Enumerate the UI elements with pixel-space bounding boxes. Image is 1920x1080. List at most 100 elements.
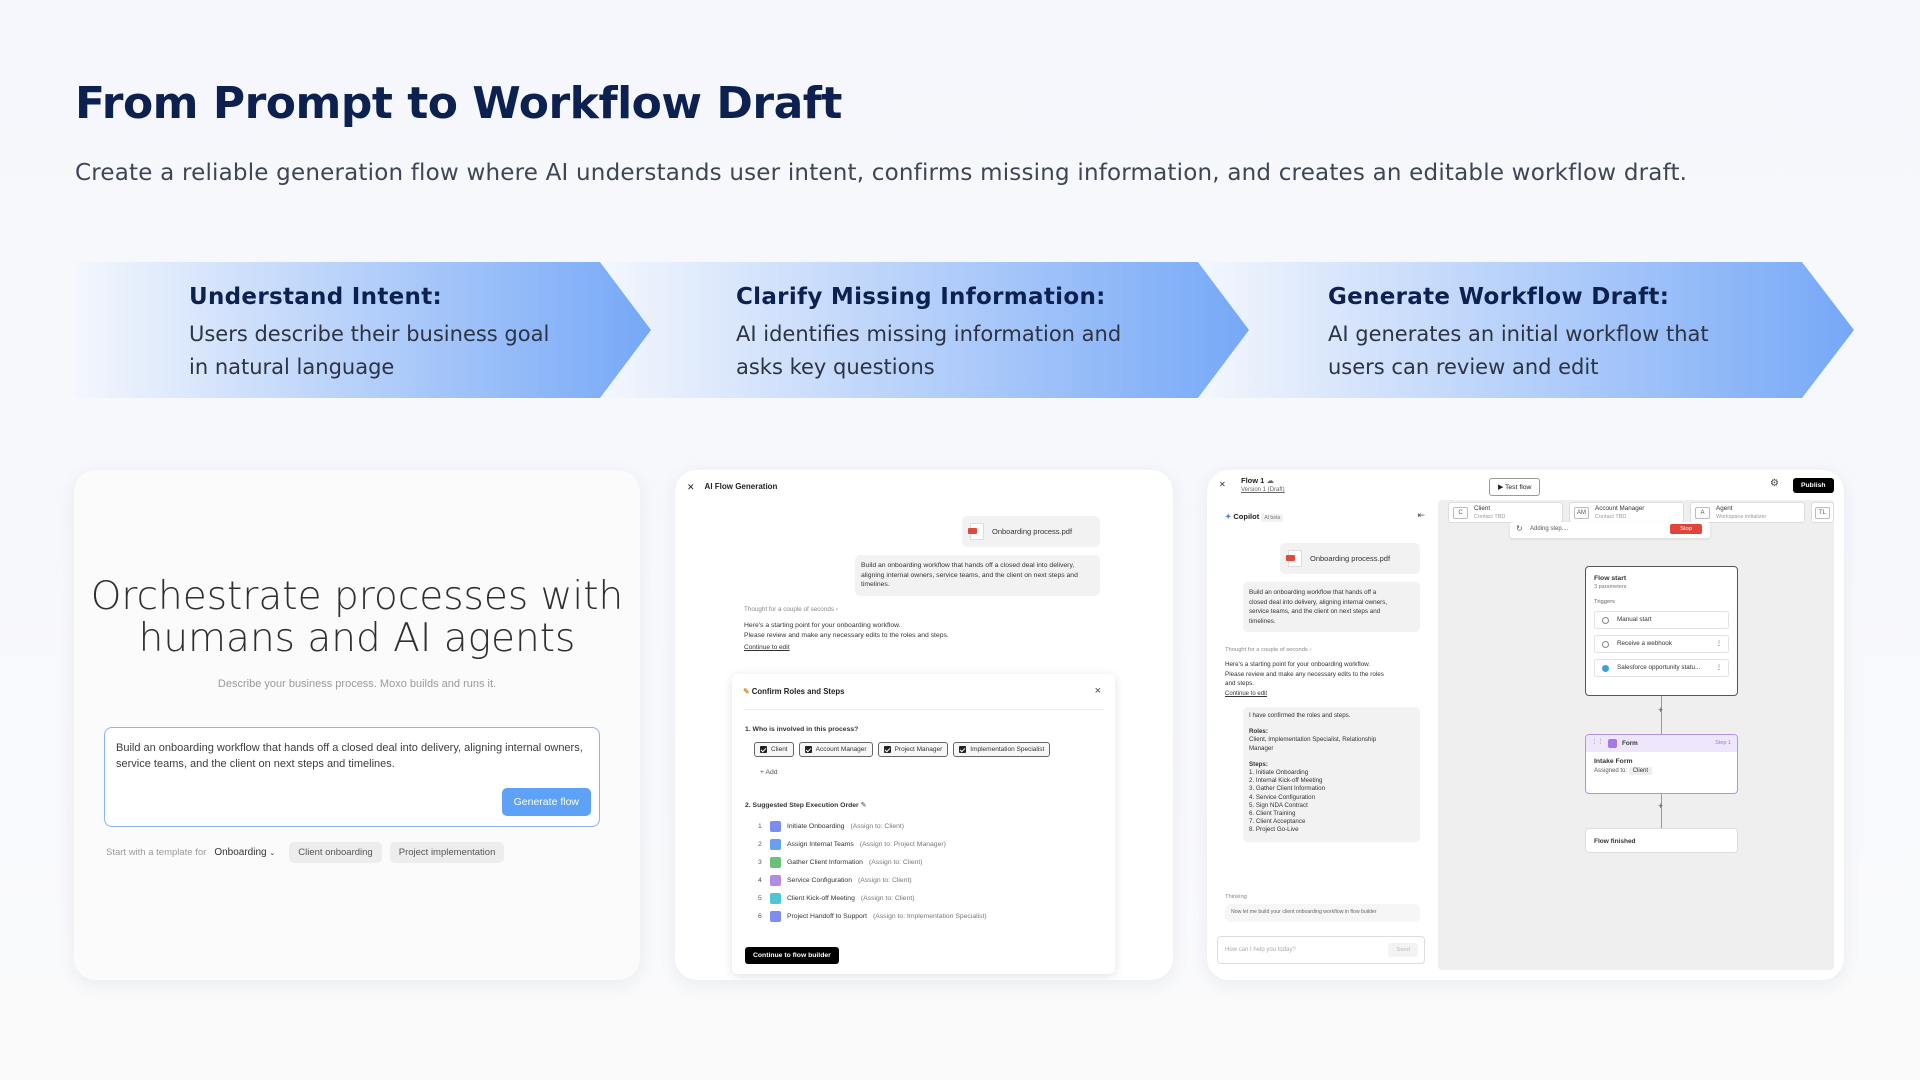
role-card[interactable]: AM Account Manager Contact TBD (1569, 502, 1684, 523)
add-step-icon[interactable]: + (1658, 705, 1663, 715)
step-name: Initiate Onboarding (787, 822, 845, 830)
step-item[interactable]: 2 Assign Internal Teams (Assign to: Projec… (758, 835, 987, 853)
role-chips: Client Account Manager Project Manager I… (754, 742, 1051, 757)
thought-indicator[interactable]: Thought for a couple of seconds › (744, 606, 838, 613)
node-type: Form (1622, 740, 1638, 747)
close-icon[interactable]: × (1095, 685, 1101, 697)
step-type-icon (770, 838, 781, 850)
prompt-input[interactable]: Build an onboarding workflow that hands … (104, 727, 600, 827)
publish-button[interactable]: Publish (1793, 478, 1834, 493)
template-pill[interactable]: Project implementation (389, 842, 505, 863)
send-button[interactable]: Send (1388, 943, 1418, 957)
thought-indicator[interactable]: Thought for a couple of seconds › (1225, 647, 1311, 653)
reply-line: Here's a starting point for your onboard… (744, 622, 901, 629)
connector-line (1661, 696, 1662, 734)
step-type-icon (770, 856, 781, 868)
stage-desc-1: AI generates an initial workflow that (1328, 322, 1709, 346)
add-role-button[interactable]: + Add (760, 769, 778, 776)
generate-flow-button[interactable]: Generate flow (501, 788, 591, 816)
role-label: Account Manager (815, 746, 867, 753)
role-sub: Contact TBD (1595, 514, 1627, 520)
role-card[interactable]: TL (1811, 502, 1834, 523)
step-item[interactable]: 6 Project Handoff to Support (Assign to: I… (758, 907, 987, 925)
prompt-line: timelines. (861, 581, 890, 588)
role-chip[interactable]: Project Manager (877, 742, 949, 757)
role-card[interactable]: C Client Contact TBD (1448, 502, 1563, 523)
step-item[interactable]: 1 Initiate Onboarding (Assign to: Client) (758, 817, 987, 835)
stop-button[interactable]: Stop (1670, 524, 1702, 534)
trigger-item[interactable]: Receive a webhook ⋮ (1594, 635, 1729, 653)
ai-reply: Here's a starting point for your onboard… (744, 621, 949, 640)
more-icon[interactable]: ⋮ (1716, 636, 1722, 652)
template-pill[interactable]: Client onboarding (289, 842, 382, 863)
step-assignee: (Assign to: Client) (850, 822, 905, 830)
test-flow-button[interactable]: ▶ Test flow (1489, 478, 1541, 496)
form-step-node[interactable]: ⋮⋮ Form Step 1 Intake Form Assigned to: … (1585, 734, 1738, 794)
page-subtitle: Create a reliable generation flow where … (75, 160, 1688, 186)
role-chip[interactable]: Implementation Specialist (953, 742, 1051, 757)
more-icon[interactable]: ⋮ (1716, 660, 1722, 676)
role-label: Implementation Specialist (970, 746, 1045, 753)
flow-version[interactable]: Version 1 (Draft) (1241, 487, 1285, 493)
attached-file[interactable]: Onboarding process.pdf (962, 516, 1100, 547)
drag-handle-icon[interactable]: ⋮⋮ (1591, 738, 1604, 745)
role-chip[interactable]: Account Manager (798, 742, 873, 757)
role-label: Project Manager (894, 746, 943, 753)
avatar: AM (1574, 507, 1589, 519)
step-line: 6. Client Training (1249, 810, 1296, 818)
hero-line-2: humans and AI agents (138, 616, 576, 661)
beta-badge: AI beta (1261, 514, 1284, 522)
stage-clarify: Clarify Missing Information: AI identifi… (600, 262, 1252, 398)
attached-file[interactable]: Onboarding process.pdf (1280, 543, 1420, 574)
play-icon: ▶ (1498, 484, 1504, 491)
role-card[interactable]: A Agent Workspace initializer (1690, 502, 1805, 523)
stage-desc-1: Users describe their business goal (189, 322, 550, 346)
hero-line-1: Orchestrate processes with (90, 574, 624, 619)
gear-icon[interactable]: ⚙ (1770, 478, 1779, 489)
step-name: Client Kick-off Meeting (787, 894, 855, 902)
close-icon[interactable]: ✕ (1219, 480, 1226, 489)
role-name: Account Manager (1595, 505, 1645, 512)
stage-desc-2: asks key questions (736, 355, 935, 379)
step-type-icon (770, 910, 781, 922)
close-icon[interactable]: ✕ (687, 482, 695, 493)
step-line: 3. Gather Client Information (1249, 785, 1326, 793)
step-item[interactable]: 4 Service Configuration (Assign to: Client… (758, 871, 987, 889)
confirm-bubble: I have confirmed the roles and steps. Ro… (1243, 707, 1420, 842)
trigger-item[interactable]: Salesforce opportunity statu... ⋮ (1594, 659, 1729, 677)
stage-desc-2: users can review and edit (1328, 355, 1599, 379)
spinner-icon: ↻ (1516, 524, 1523, 533)
continue-to-edit-link[interactable]: Continue to edit (1225, 691, 1267, 697)
user-prompt-bubble: Build an onboarding workflow that hands … (855, 555, 1100, 596)
stage-desc-1: AI identifies missing information and (736, 322, 1122, 346)
flow-start-node[interactable]: Flow start 3 parameters Triggers Manual … (1585, 566, 1738, 696)
step-assignee: (Assign to: Client) (868, 858, 923, 866)
collapse-icon[interactable]: ⇤ (1417, 510, 1425, 521)
salesforce-icon (1602, 665, 1609, 672)
step-list: 1 Initiate Onboarding (Assign to: Client) … (758, 817, 987, 925)
avatar: A (1695, 507, 1710, 519)
chat-input-placeholder: How can I help you today? (1225, 947, 1296, 953)
add-step-icon[interactable]: + (1658, 801, 1663, 811)
continue-to-edit-link[interactable]: Continue to edit (744, 644, 790, 651)
checkbox-checked-icon (760, 746, 767, 753)
flow-builder-card: ✕ Flow 1 ☁ Version 1 (Draft) ▶ Test flow… (1207, 470, 1844, 980)
window-header: ✕ AI Flow Generation (687, 482, 777, 493)
role-chip[interactable]: Client (754, 742, 794, 757)
continue-to-flow-builder-button[interactable]: Continue to flow builder (745, 947, 839, 964)
template-select[interactable]: Onboarding ⌄ (214, 847, 275, 858)
stage-desc-2: in natural language (189, 355, 395, 379)
role-name: Client (1474, 505, 1491, 512)
role-sub: Workspace initializer (1716, 514, 1767, 520)
chat-input[interactable]: How can I help you today? Send (1217, 936, 1425, 964)
step-item[interactable]: 5 Client Kick-off Meeting (Assign to: Clie… (758, 889, 987, 907)
flow-finished-node[interactable]: Flow finished (1585, 828, 1738, 853)
node-params: 3 parameters (1594, 584, 1627, 590)
builder-toolbar: ✕ Flow 1 ☁ Version 1 (Draft) ▶ Test flow… (1207, 470, 1844, 500)
trigger-item[interactable]: Manual start (1594, 611, 1729, 629)
edit-icon[interactable]: ✎ (861, 802, 867, 809)
thought-text: Thought for a couple of seconds (744, 606, 834, 613)
flow-canvas[interactable]: C Client Contact TBD AM Account Manager Cont… (1438, 500, 1834, 970)
stage-understand-intent: Understand Intent: Users describe their … (74, 262, 654, 398)
step-item[interactable]: 3 Gather Client Information (Assign to: Cl… (758, 853, 987, 871)
